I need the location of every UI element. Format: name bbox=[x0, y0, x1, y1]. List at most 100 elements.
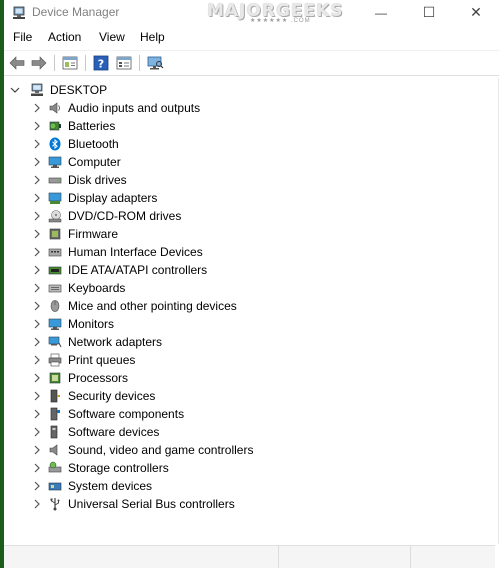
tree-item[interactable]: Universal Serial Bus controllers bbox=[30, 495, 235, 513]
menu-view[interactable]: View bbox=[99, 30, 125, 44]
chevron-right-icon[interactable] bbox=[30, 243, 44, 261]
tree-item[interactable]: DVD/CD-ROM drives bbox=[30, 207, 181, 225]
firmware-icon bbox=[49, 228, 61, 240]
chevron-right-icon[interactable] bbox=[30, 459, 44, 477]
toolbar-separator bbox=[85, 55, 86, 71]
tree-item[interactable]: Bluetooth bbox=[30, 135, 119, 153]
tree-item-label: Firmware bbox=[68, 227, 118, 241]
tree-item-label: Monitors bbox=[68, 317, 115, 331]
chevron-right-icon[interactable] bbox=[30, 333, 44, 351]
maximize-icon: ☐ bbox=[422, 4, 436, 20]
chevron-right-icon[interactable] bbox=[30, 315, 44, 333]
tree-item-label: DVD/CD-ROM drives bbox=[68, 209, 182, 223]
tree-item[interactable]: Keyboards bbox=[30, 279, 125, 297]
chevron-right-icon[interactable] bbox=[30, 207, 44, 225]
chevron-right-icon[interactable] bbox=[30, 297, 44, 315]
chevron-right-icon[interactable] bbox=[30, 405, 44, 423]
svg-text:?: ? bbox=[98, 58, 104, 71]
chevron-right-icon[interactable] bbox=[30, 225, 44, 243]
device-manager-app-icon bbox=[13, 6, 25, 19]
forward-button[interactable] bbox=[30, 54, 48, 72]
help-button[interactable]: ? bbox=[92, 54, 110, 72]
chevron-right-icon[interactable] bbox=[30, 369, 44, 387]
tree-item[interactable]: IDE ATA/ATAPI controllers bbox=[30, 261, 207, 279]
tree-item-label: Storage controllers bbox=[68, 461, 169, 475]
close-button[interactable]: ✕ bbox=[453, 0, 499, 25]
tree-item[interactable]: Software devices bbox=[30, 423, 159, 441]
tree-root-desktop[interactable]: DESKTOP bbox=[8, 81, 107, 99]
toolbar-separator bbox=[139, 55, 140, 71]
chevron-right-icon[interactable] bbox=[30, 495, 44, 513]
maximize-button[interactable]: ☐ bbox=[406, 0, 452, 25]
tree-item[interactable]: Computer bbox=[30, 153, 121, 171]
menu-help[interactable]: Help bbox=[140, 30, 165, 44]
scan-hardware-icon bbox=[147, 56, 164, 70]
usb-icon bbox=[50, 498, 60, 511]
tree-item-label: Human Interface Devices bbox=[68, 245, 203, 259]
properties-button[interactable] bbox=[61, 54, 79, 72]
chevron-right-icon[interactable] bbox=[30, 423, 44, 441]
tree-item[interactable]: Display adapters bbox=[30, 189, 157, 207]
menu-file[interactable]: File bbox=[13, 30, 32, 44]
tree-item[interactable]: Human Interface Devices bbox=[30, 243, 203, 261]
chevron-right-icon[interactable] bbox=[30, 351, 44, 369]
tree-item[interactable]: Processors bbox=[30, 369, 128, 387]
tree-item-label: IDE ATA/ATAPI controllers bbox=[68, 263, 208, 277]
tree-item-label: Sound, video and game controllers bbox=[68, 443, 254, 457]
back-button[interactable] bbox=[8, 54, 26, 72]
tree-item[interactable]: Software components bbox=[30, 405, 184, 423]
tree-item[interactable]: Print queues bbox=[30, 351, 135, 369]
show-hidden-button[interactable] bbox=[115, 54, 133, 72]
computer-icon bbox=[48, 156, 62, 168]
tree-item-label: Audio inputs and outputs bbox=[68, 101, 201, 115]
tree-item[interactable]: Audio inputs and outputs bbox=[30, 99, 200, 117]
tree-item[interactable]: Batteries bbox=[30, 117, 115, 135]
chevron-down-icon[interactable] bbox=[8, 81, 22, 99]
status-divider bbox=[278, 546, 279, 568]
speaker-icon bbox=[49, 102, 60, 114]
tree-item-label: Display adapters bbox=[68, 191, 158, 205]
tree-item[interactable]: Monitors bbox=[30, 315, 114, 333]
tree-item[interactable]: Disk drives bbox=[30, 171, 127, 189]
scan-hardware-button[interactable] bbox=[146, 54, 164, 72]
minimize-button[interactable]: — bbox=[358, 0, 404, 25]
ide-controller-icon bbox=[48, 266, 62, 275]
chevron-right-icon[interactable] bbox=[30, 279, 44, 297]
tree-item[interactable]: Mice and other pointing devices bbox=[30, 297, 237, 315]
tree-item-label: Disk drives bbox=[68, 173, 127, 187]
tree-item[interactable]: Sound, video and game controllers bbox=[30, 441, 253, 459]
watermark-subtext: ★★★★★★ .COM bbox=[250, 18, 311, 24]
title-bar[interactable]: Device Manager MAJORGEEKS ★★★★★★ .COM — … bbox=[4, 0, 499, 25]
chevron-right-icon[interactable] bbox=[30, 117, 44, 135]
chevron-right-icon[interactable] bbox=[30, 99, 44, 117]
software-device-icon bbox=[50, 425, 58, 439]
chevron-right-icon[interactable] bbox=[30, 171, 44, 189]
tree-item[interactable]: Storage controllers bbox=[30, 459, 169, 477]
tree-item-label: Batteries bbox=[68, 119, 116, 133]
bluetooth-icon bbox=[49, 137, 61, 151]
chevron-right-icon[interactable] bbox=[30, 135, 44, 153]
chevron-right-icon[interactable] bbox=[30, 153, 44, 171]
chevron-right-icon[interactable] bbox=[30, 261, 44, 279]
desktop-computer-icon bbox=[31, 83, 43, 96]
tree-item-label: Processors bbox=[68, 371, 129, 385]
chevron-right-icon[interactable] bbox=[30, 189, 44, 207]
status-divider bbox=[410, 546, 411, 568]
tree-item[interactable]: Security devices bbox=[30, 387, 155, 405]
tree-item[interactable]: System devices bbox=[30, 477, 152, 495]
tree-item[interactable]: Network adapters bbox=[30, 333, 162, 351]
software-component-icon bbox=[50, 407, 60, 421]
battery-icon bbox=[49, 121, 61, 131]
device-manager-window: Device Manager MAJORGEEKS ★★★★★★ .COM — … bbox=[4, 0, 499, 568]
chevron-right-icon[interactable] bbox=[30, 387, 44, 405]
chevron-right-icon[interactable] bbox=[30, 477, 44, 495]
chevron-right-icon[interactable] bbox=[30, 441, 44, 459]
tree-item-label: Software components bbox=[68, 407, 185, 421]
status-bar bbox=[4, 545, 495, 568]
hid-icon bbox=[48, 248, 62, 257]
forward-arrow-icon bbox=[31, 56, 47, 70]
tree-item[interactable]: Firmware bbox=[30, 225, 118, 243]
keyboard-icon bbox=[48, 284, 62, 293]
menu-action[interactable]: Action bbox=[48, 30, 81, 44]
minimize-icon: — bbox=[375, 5, 387, 20]
